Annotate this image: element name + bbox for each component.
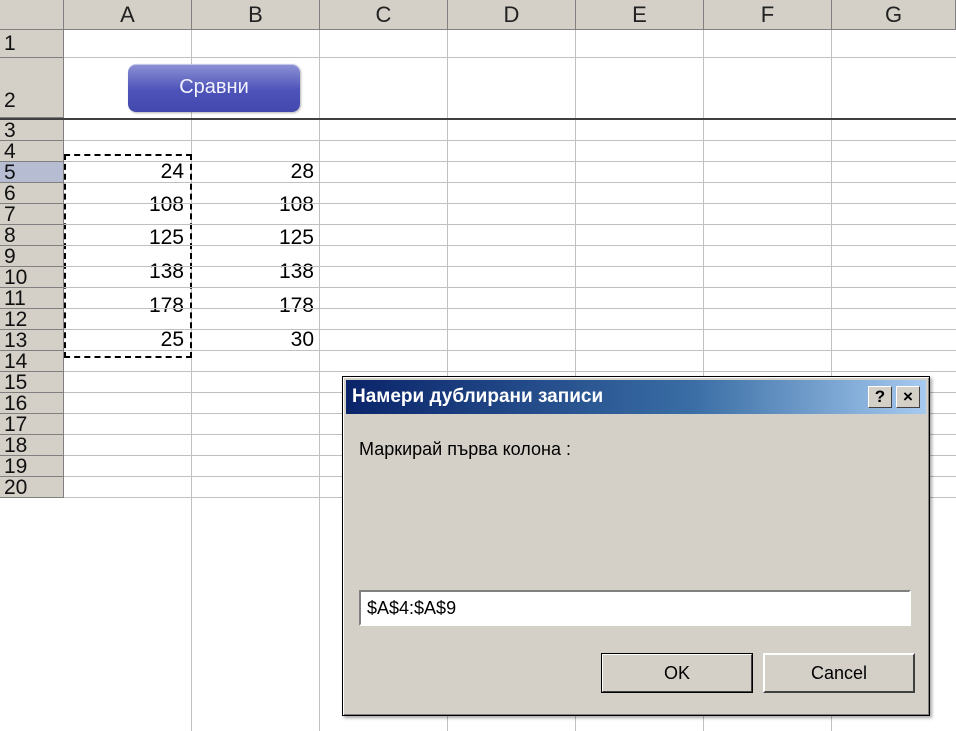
cell-a7[interactable]: 138 bbox=[64, 260, 184, 284]
column-header-d[interactable]: D bbox=[448, 0, 576, 30]
cell-a5[interactable]: 108 bbox=[64, 193, 184, 217]
row-header-20[interactable]: 20 bbox=[0, 477, 64, 498]
grid-line bbox=[64, 308, 956, 309]
cell-b7[interactable]: 138 bbox=[192, 260, 314, 284]
dialog-title: Намери дублирани записи bbox=[352, 386, 604, 407]
range-reference-input[interactable] bbox=[359, 590, 911, 626]
column-header-g[interactable]: G bbox=[832, 0, 956, 30]
grid-line bbox=[64, 371, 956, 372]
row-header-19[interactable]: 19 bbox=[0, 456, 64, 477]
cell-b5[interactable]: 108 bbox=[192, 193, 314, 217]
grid-line bbox=[64, 224, 956, 225]
close-button[interactable]: × bbox=[896, 386, 920, 408]
cell-b8[interactable]: 178 bbox=[192, 294, 314, 318]
frozen-pane-divider bbox=[0, 118, 956, 120]
row-header-12[interactable]: 12 bbox=[0, 309, 64, 330]
grid-line bbox=[64, 287, 956, 288]
grid-line bbox=[64, 203, 956, 204]
row-header-4[interactable]: 4 bbox=[0, 141, 64, 162]
row-header-15[interactable]: 15 bbox=[0, 372, 64, 393]
column-header-b[interactable]: B bbox=[192, 0, 320, 30]
cell-a6[interactable]: 125 bbox=[64, 226, 184, 250]
row-header-6[interactable]: 6 bbox=[0, 183, 64, 204]
row-header-8[interactable]: 8 bbox=[0, 225, 64, 246]
grid-line bbox=[191, 30, 192, 731]
grid-line bbox=[64, 329, 956, 330]
grid-line bbox=[64, 161, 956, 162]
dialog-title-bar[interactable]: Намери дублирани записи ? × bbox=[346, 380, 926, 414]
row-header-13[interactable]: 13 bbox=[0, 330, 64, 351]
find-duplicates-dialog: Намери дублирани записи ? × Маркирай пър… bbox=[342, 376, 930, 716]
select-all-corner[interactable] bbox=[0, 0, 64, 30]
compare-button[interactable]: Сравни bbox=[128, 64, 300, 112]
row-header-11[interactable]: 11 bbox=[0, 288, 64, 309]
row-header-3[interactable]: 3 bbox=[0, 120, 64, 141]
grid-line bbox=[64, 350, 956, 351]
row-header-2[interactable]: 2 bbox=[0, 58, 64, 118]
column-header-a[interactable]: A bbox=[64, 0, 192, 30]
grid-line bbox=[64, 245, 956, 246]
cell-a8[interactable]: 178 bbox=[64, 294, 184, 318]
row-header-18[interactable]: 18 bbox=[0, 435, 64, 456]
column-header-f[interactable]: F bbox=[704, 0, 832, 30]
grid-line bbox=[64, 266, 956, 267]
row-header-16[interactable]: 16 bbox=[0, 393, 64, 414]
row-header-14[interactable]: 14 bbox=[0, 351, 64, 372]
row-header-9[interactable]: 9 bbox=[0, 246, 64, 267]
cell-a4[interactable]: 24 bbox=[64, 160, 184, 184]
column-header-c[interactable]: C bbox=[320, 0, 448, 30]
cell-b4[interactable]: 28 bbox=[192, 160, 314, 184]
grid-line bbox=[64, 182, 956, 183]
help-button[interactable]: ? bbox=[868, 386, 892, 408]
row-header-10[interactable]: 10 bbox=[0, 267, 64, 288]
grid-line bbox=[64, 140, 956, 141]
cell-b6[interactable]: 125 bbox=[192, 226, 314, 250]
dialog-prompt: Маркирай първа колона : bbox=[359, 439, 571, 459]
row-header-17[interactable]: 17 bbox=[0, 414, 64, 435]
cancel-button[interactable]: Cancel bbox=[763, 653, 915, 693]
ok-button[interactable]: OK bbox=[601, 653, 753, 693]
grid-line bbox=[319, 30, 320, 731]
cell-a9[interactable]: 25 bbox=[64, 328, 184, 352]
row-header-1[interactable]: 1 bbox=[0, 30, 64, 58]
row-header-7[interactable]: 7 bbox=[0, 204, 64, 225]
row-header-5[interactable]: 5 bbox=[0, 162, 64, 183]
cell-b9[interactable]: 30 bbox=[192, 328, 314, 352]
grid-line bbox=[64, 57, 956, 58]
column-header-e[interactable]: E bbox=[576, 0, 704, 30]
